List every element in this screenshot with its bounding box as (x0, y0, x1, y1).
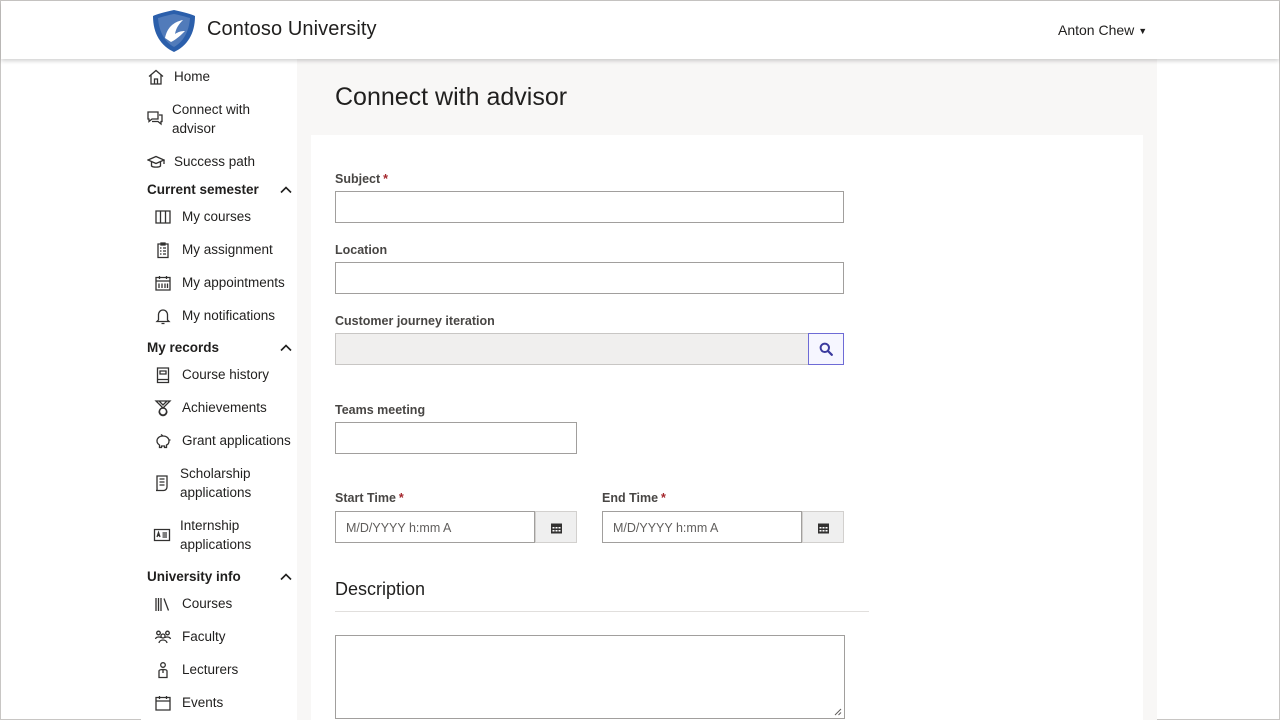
sidebar-item-my-courses[interactable]: My courses (141, 207, 251, 227)
sidebar-item-label: My assignment (182, 242, 273, 257)
location-input[interactable] (335, 262, 844, 294)
journey-lookup-input[interactable] (335, 333, 809, 365)
piggy-bank-icon (153, 431, 173, 451)
user-menu[interactable]: Anton Chew ▼ (1058, 22, 1147, 38)
sidebar-item-label: Achievements (182, 400, 267, 415)
sidebar-item-label: My appointments (182, 275, 285, 290)
resize-grip-icon[interactable] (834, 708, 842, 716)
section-title: My records (147, 340, 220, 355)
chevron-up-icon[interactable] (279, 183, 293, 197)
end-time-calendar-button[interactable] (802, 511, 844, 543)
end-time-label: End Time * (602, 491, 666, 505)
start-time-calendar-button[interactable] (535, 511, 577, 543)
university-logo-icon[interactable] (151, 8, 197, 54)
sidebar-item-course-history[interactable]: Course history (141, 365, 269, 385)
sidebar-item-label: Success path (174, 154, 256, 169)
sidebar-item-achievements[interactable]: Achievements (141, 398, 267, 418)
sidebar-item-grant-applications[interactable]: Grant applications (141, 431, 291, 451)
main-content: Connect with advisor Subject * Location C… (297, 59, 1157, 720)
section-title: Current semester (147, 182, 259, 197)
description-textarea[interactable] (335, 635, 845, 719)
calendar-icon (817, 521, 829, 533)
end-time-input[interactable]: M/D/YYYY h:mm A (602, 511, 802, 543)
graduation-cap-icon (146, 152, 166, 172)
subject-label: Subject * (335, 172, 388, 186)
sidebar-item-courses[interactable]: Courses (141, 594, 232, 614)
sidebar-item-label: Grant applications (182, 433, 291, 448)
teams-meeting-label: Teams meeting (335, 403, 426, 417)
required-indicator: * (398, 491, 404, 505)
calendar-icon (550, 521, 562, 533)
subject-label-text: Subject (335, 172, 381, 186)
section-my-records[interactable]: My records (147, 340, 293, 355)
sidebar-item-label: Events (182, 695, 224, 710)
sidebar-item-my-notifications[interactable]: My notifications (141, 306, 275, 326)
chevron-up-icon[interactable] (279, 341, 293, 355)
sidebar-item-internship-applications[interactable]: Internship applications (141, 516, 281, 554)
subject-input[interactable] (335, 191, 844, 223)
library-icon (153, 594, 173, 614)
top-bar: Contoso University Anton Chew ▼ (1, 1, 1279, 59)
sidebar-item-label: Connect with advisor (172, 102, 251, 136)
sidebar-item-label: Lecturers (182, 662, 239, 677)
user-name: Anton Chew (1058, 22, 1135, 38)
start-time-label-text: Start Time (335, 491, 396, 505)
sidebar-item-faculty[interactable]: Faculty (141, 627, 226, 647)
sidebar-item-home[interactable]: Home (141, 67, 210, 87)
sidebar-item-label: My notifications (182, 308, 276, 323)
description-divider (335, 611, 869, 612)
end-time-label-text: End Time (602, 491, 659, 505)
start-time-input[interactable]: M/D/YYYY h:mm A (335, 511, 535, 543)
notebook-icon (153, 365, 173, 385)
description-heading: Description (335, 579, 426, 599)
sidebar-item-my-appointments[interactable]: My appointments (141, 273, 285, 293)
sidebar-item-label: My courses (182, 209, 252, 224)
sidebar-item-label: Scholarship applications (180, 466, 252, 500)
page-title: Connect with advisor (335, 83, 568, 111)
location-label: Location (335, 243, 388, 257)
home-icon (146, 67, 166, 87)
sidebar-item-label: Internship applications (180, 518, 252, 552)
chat-icon (146, 108, 164, 128)
sidebar-item-label: Faculty (182, 629, 226, 644)
bell-icon (153, 306, 173, 326)
clipboard-icon (153, 240, 173, 260)
book-icon (153, 207, 173, 227)
start-time-label: Start Time * (335, 491, 404, 505)
calendar-icon (153, 273, 173, 293)
section-title: University info (147, 569, 241, 584)
teams-meeting-input[interactable] (335, 422, 577, 454)
lookup-search-button[interactable] (808, 333, 844, 365)
sidebar-item-my-assignment[interactable]: My assignment (141, 240, 273, 260)
sidebar-item-connect-with-advisor[interactable]: Connect with advisor (141, 100, 271, 138)
journey-label: Customer journey iteration (335, 314, 495, 328)
id-card-icon (153, 525, 171, 545)
chevron-up-icon[interactable] (279, 570, 293, 584)
sidebar-item-scholarship-applications[interactable]: Scholarship applications (141, 464, 297, 502)
sidebar-item-label: Home (174, 69, 211, 84)
form-card: Subject * Location Customer journey itera… (311, 135, 1143, 720)
sidebar-item-success-path[interactable]: Success path (141, 152, 255, 172)
sidebar-nav: Home Connect with advisor Success path C… (141, 59, 297, 720)
sidebar-item-events[interactable]: Events (141, 693, 223, 713)
caret-down-icon: ▼ (1138, 26, 1148, 37)
section-current-semester[interactable]: Current semester (147, 182, 293, 197)
sidebar-item-lecturers[interactable]: Lecturers (141, 660, 238, 680)
medal-icon (153, 398, 173, 418)
sidebar-item-label: Courses (182, 596, 233, 611)
search-icon (819, 342, 833, 356)
section-university-info[interactable]: University info (147, 569, 293, 584)
calendar-icon (153, 693, 173, 713)
people-icon (153, 627, 173, 647)
certificate-icon (153, 473, 171, 493)
person-icon (153, 660, 173, 680)
sidebar-item-label: Course history (182, 367, 270, 382)
required-indicator: * (661, 491, 666, 505)
brand-name[interactable]: Contoso University (207, 18, 377, 41)
required-indicator: * (383, 172, 389, 186)
